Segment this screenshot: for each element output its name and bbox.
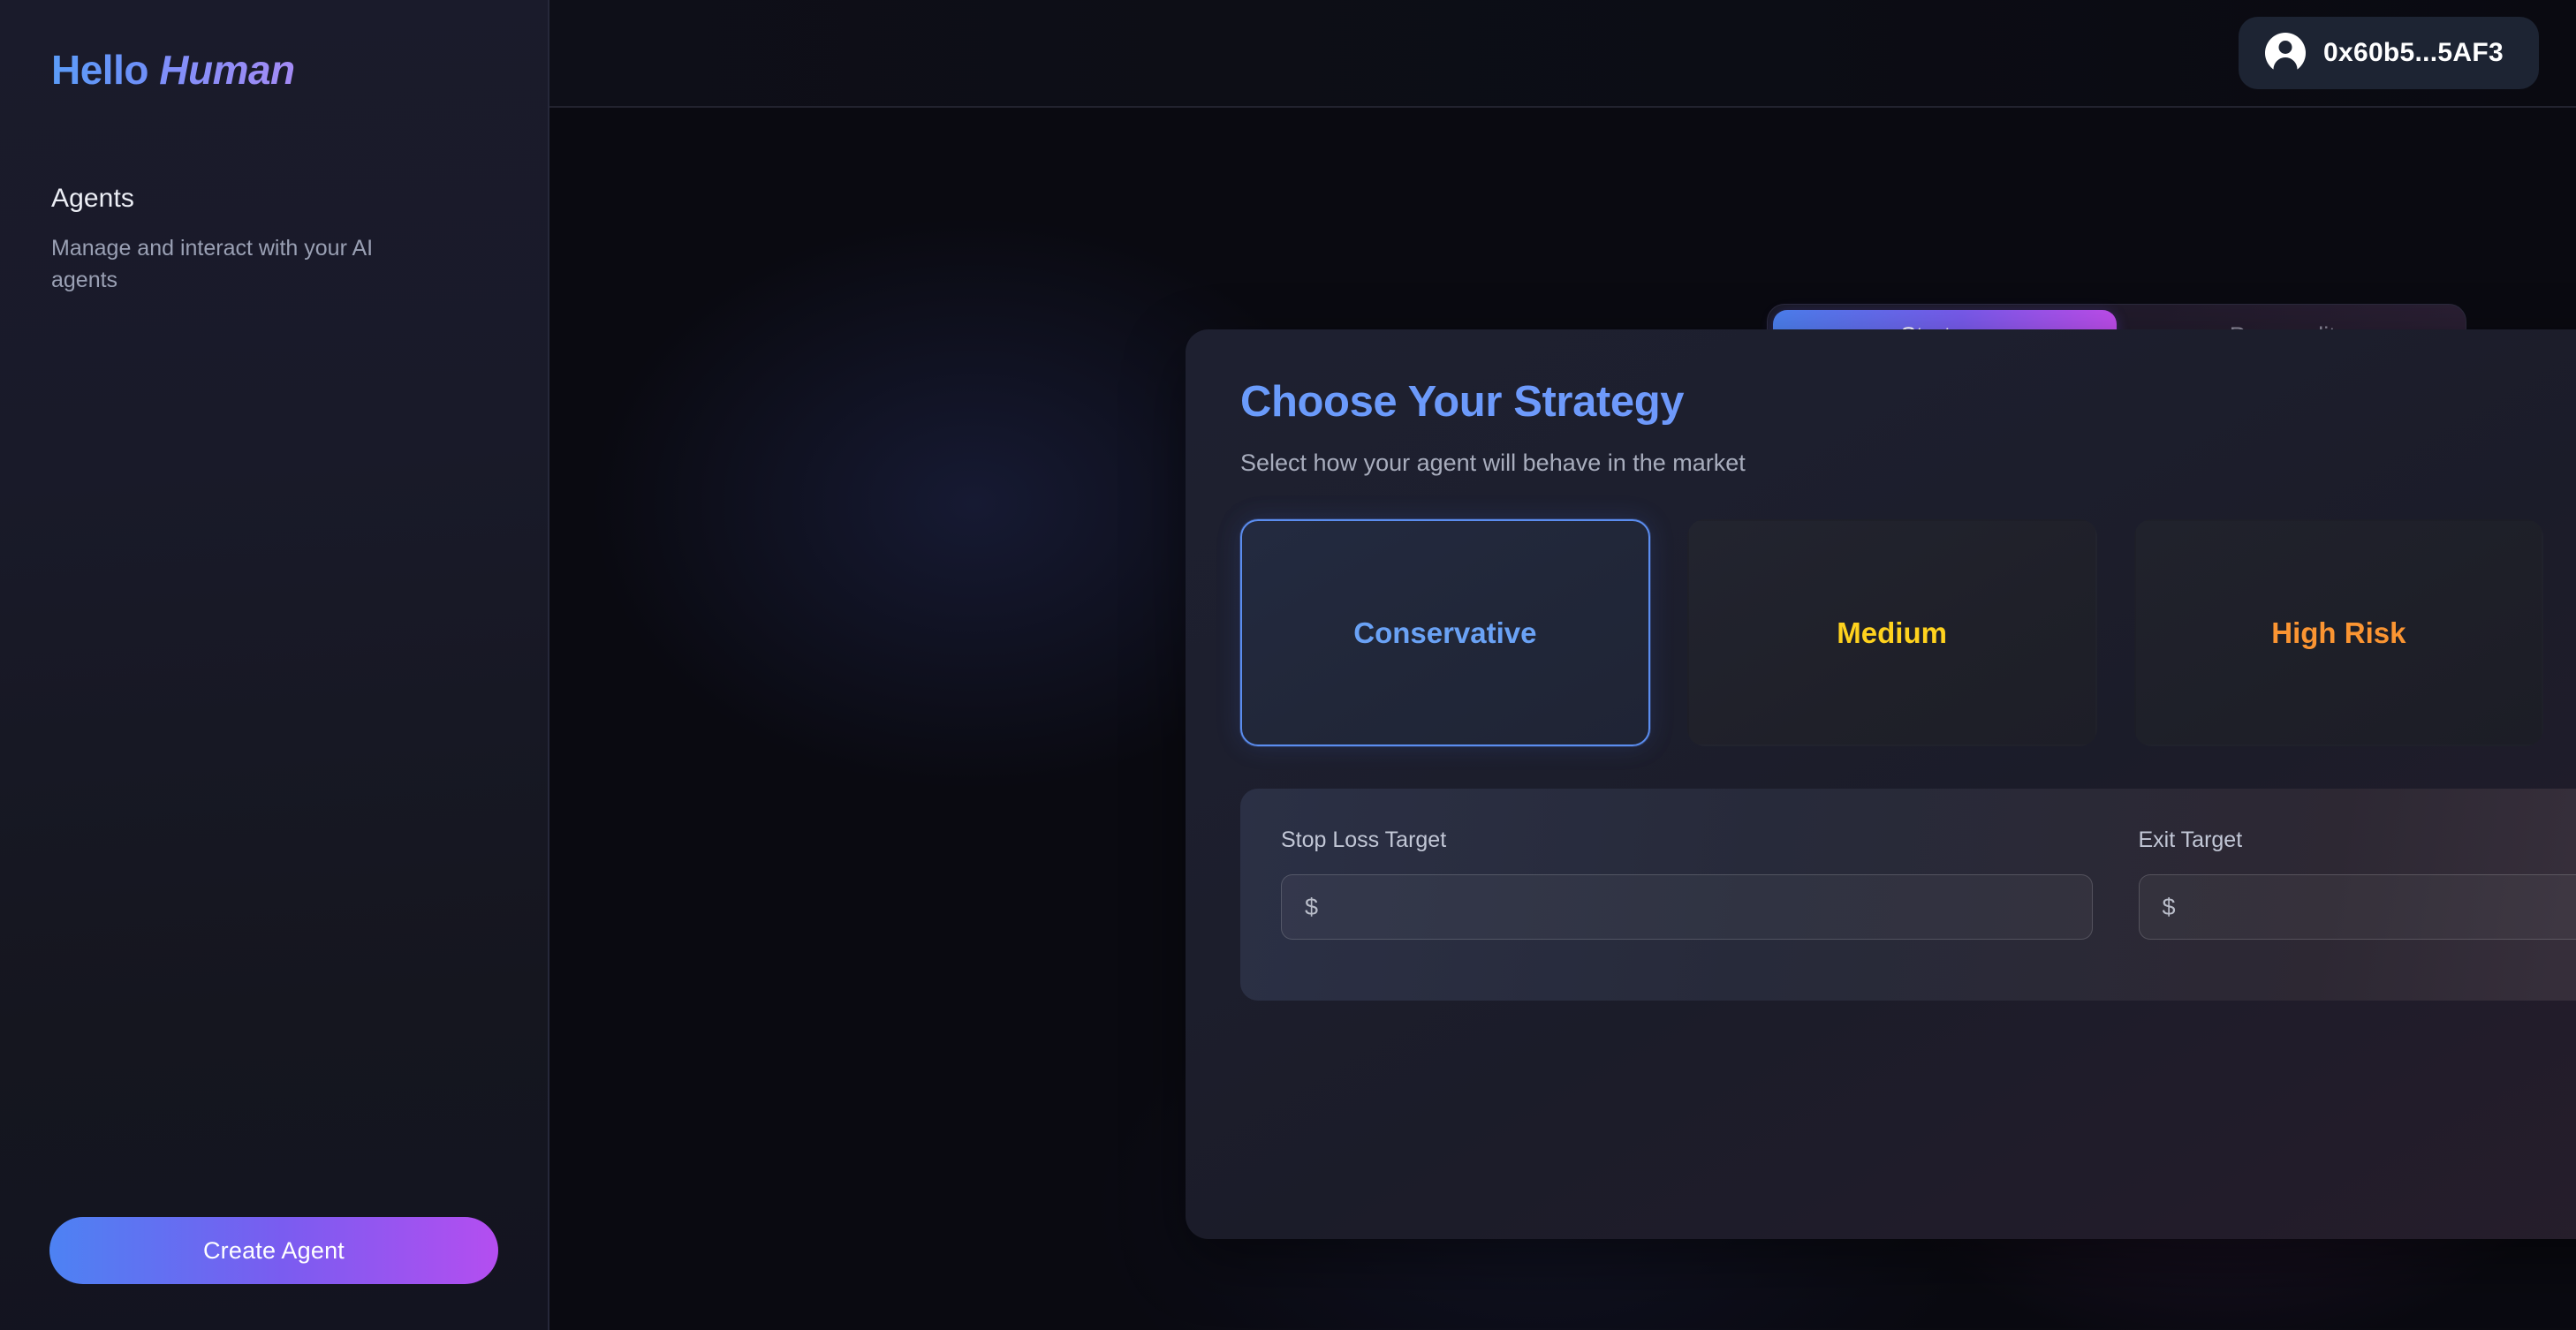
strategy-card-high-risk[interactable]: High Risk: [2133, 519, 2544, 746]
stage: Strategy Personality Choose Your Strateg…: [549, 108, 2576, 1330]
strategy-card-label: Conservative: [1353, 616, 1537, 649]
wallet-badge[interactable]: 0x60b5...5AF3: [2238, 17, 2539, 89]
brand-hello: Hello: [51, 47, 148, 93]
page-title: Choose Your Strategy: [1240, 377, 2576, 427]
strategy-card-conservative[interactable]: Conservative: [1240, 519, 1650, 746]
strategy-panel: Choose Your Strategy Select how your age…: [1186, 329, 2576, 1239]
strategy-card-medium[interactable]: Medium: [1686, 519, 2097, 746]
strategy-card-label: High Risk: [2271, 616, 2406, 649]
stop-loss-label: Stop Loss Target: [1281, 827, 1447, 852]
sidebar-section-agents[interactable]: Agents Manage and interact with your AI …: [51, 184, 466, 296]
sidebar-item-agents-description: Manage and interact with your AI agents: [51, 236, 374, 292]
brand-title: Hello Human: [51, 46, 548, 94]
top-bar: 0x60b5...5AF3: [549, 0, 2576, 108]
content-area: 0x60b5...5AF3 Strategy Personality Choos…: [549, 0, 2576, 1330]
stop-loss-input[interactable]: [1281, 874, 2093, 940]
app-root: Hello Human Agents Manage and interact w…: [0, 0, 2576, 1330]
exit-target-input[interactable]: [2138, 874, 2576, 940]
panel-actions: Continue to Personality: [1240, 1054, 2576, 1115]
sidebar-footer: Create Agent: [0, 1217, 548, 1330]
strategy-card-list: Conservative Medium High Risk dEGeN: [1240, 519, 2576, 746]
exit-target-label: Exit Target: [2138, 827, 2243, 852]
user-circle-icon: [2264, 33, 2306, 73]
sidebar: Hello Human Agents Manage and interact w…: [0, 0, 549, 1330]
strategy-card-label: Medium: [1837, 616, 1947, 649]
brand-human: Human: [159, 47, 295, 93]
stop-loss-field-group: Stop Loss Target: [1281, 827, 2093, 1001]
sidebar-item-agents-label: Agents: [51, 184, 134, 213]
target-settings-panel: Stop Loss Target Exit Target: [1240, 789, 2576, 1001]
exit-target-field-group: Exit Target: [2138, 827, 2576, 1001]
create-agent-button[interactable]: Create Agent: [49, 1217, 498, 1284]
wallet-address: 0x60b5...5AF3: [2322, 38, 2504, 67]
page-subtitle: Select how your agent will behave in the…: [1240, 450, 1746, 476]
